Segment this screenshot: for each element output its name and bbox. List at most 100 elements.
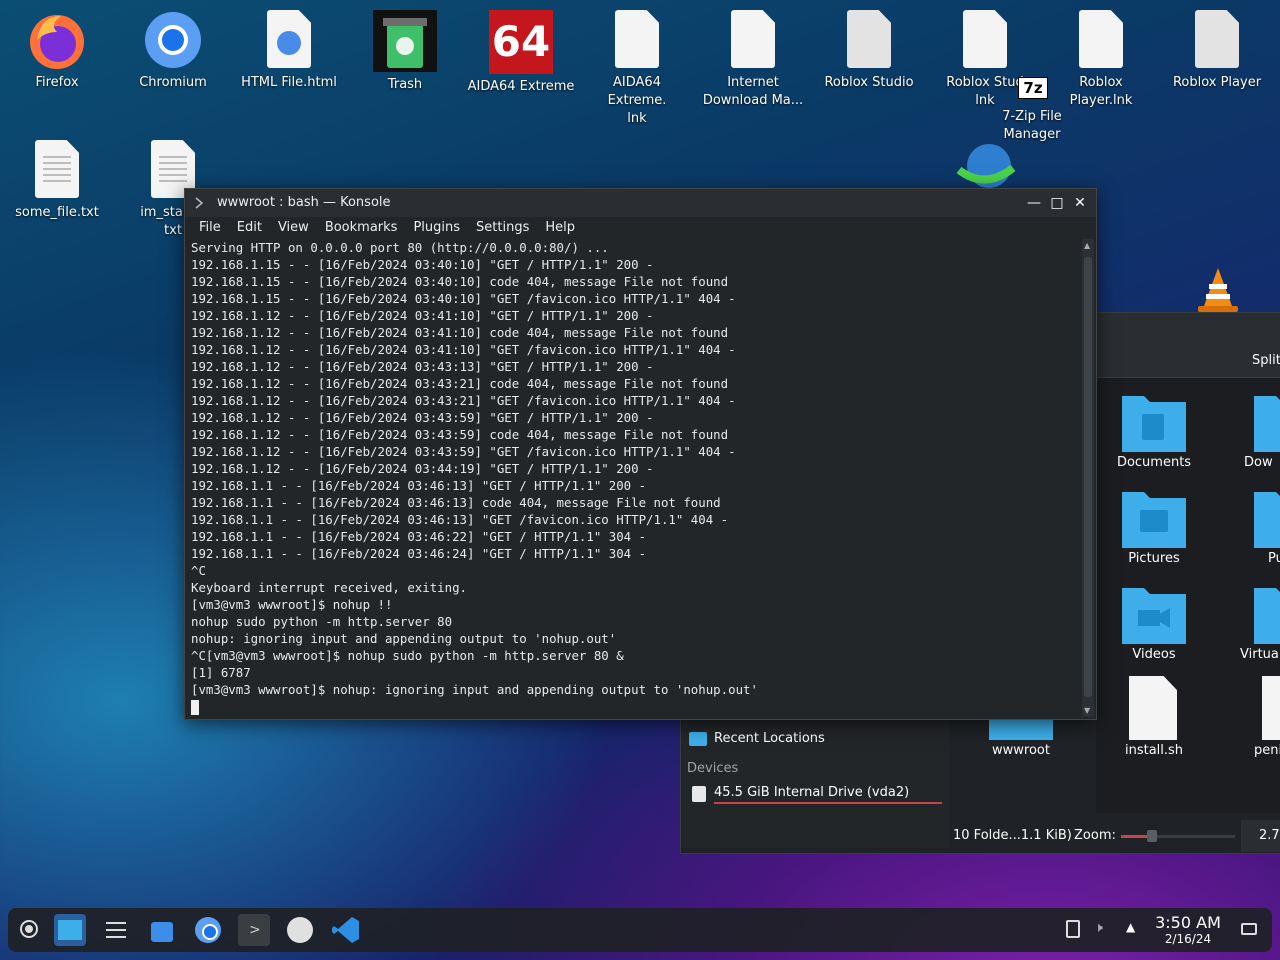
desktop-icon-label: 7-Zip File Manager (1002, 109, 1062, 142)
virt-manager-taskbar-icon[interactable] (284, 914, 316, 946)
folder-virtualbox[interactable]: Virtua (1240, 647, 1280, 662)
videos-folder-icon (1122, 580, 1186, 644)
application-launcher-icon[interactable] (20, 920, 38, 938)
folder-documents[interactable]: Documents (1099, 455, 1209, 470)
text-file-icon (27, 140, 87, 200)
desktop-icon-trash[interactable]: Trash (350, 10, 460, 94)
terminal-line: 192.168.1.1 - - [16/Feb/2024 03:46:24] "… (191, 546, 647, 561)
menu-view[interactable]: View (270, 217, 317, 239)
file-manager-taskbar-icon[interactable] (54, 914, 86, 946)
desktop-icon-7zip[interactable]: 7-Zip File Manager (977, 108, 1087, 144)
menu-help[interactable]: Help (537, 217, 583, 239)
scrollbar-thumb[interactable] (1084, 257, 1092, 697)
konsole-title: wwwroot : bash — Konsole (217, 195, 391, 210)
system-settings-taskbar-icon[interactable] (100, 914, 132, 946)
file-manager-toolbar: Split (1096, 313, 1280, 378)
terminal-line: 192.168.1.12 - - [16/Feb/2024 03:41:10] … (191, 308, 654, 323)
terminal-line: 192.168.1.1 - - [16/Feb/2024 03:46:13] c… (191, 495, 721, 510)
desktop-icon-aida64[interactable]: 64 AIDA64 Extreme (466, 10, 576, 96)
tray-expand-arrow-icon[interactable]: ▲ (1126, 920, 1135, 934)
show-desktop-icon[interactable] (1241, 923, 1257, 935)
firefox-icon (27, 10, 87, 70)
drive-usage-bar (714, 802, 942, 804)
desktop-icon-roblox-player[interactable]: Roblox Player (1162, 10, 1272, 92)
desktop-icon-firefox[interactable]: Firefox (2, 10, 112, 92)
menu-bookmarks[interactable]: Bookmarks (317, 217, 406, 239)
desktop-icon-roblox-studio[interactable]: Roblox Studio (814, 10, 924, 92)
folder-wwwroot[interactable]: wwwroot (966, 743, 1076, 758)
scroll-down-arrow[interactable]: ▼ (1084, 706, 1090, 715)
terminal-line: ^C[vm3@vm3 wwwroot]$ nohup sudo python -… (191, 648, 624, 663)
minimize-button[interactable]: — (1025, 194, 1043, 212)
desktop-icon-html-file[interactable]: HTML File.html (234, 10, 344, 92)
maximize-button[interactable]: □ (1048, 194, 1066, 212)
clock-date[interactable]: 2/16/24 (1146, 932, 1230, 946)
folder-videos[interactable]: Videos (1099, 647, 1209, 662)
desktop-icon-label: some_file.txt (15, 205, 99, 220)
konsole-window[interactable]: wwwroot : bash — Konsole — □ ✕ File Edit… (184, 188, 1097, 720)
status-bar: 10 Folde...1.1 KiB) Zoom: 2.7 (951, 820, 1280, 852)
terminal-line: [vm3@vm3 wwwroot]$ nohup: ignoring input… (191, 682, 758, 697)
menu-edit[interactable]: Edit (229, 217, 270, 239)
terminal-line: 192.168.1.12 - - [16/Feb/2024 03:43:21] … (191, 376, 729, 391)
file-icon (1187, 10, 1247, 70)
desktop-icon-label: Roblox Studio (824, 75, 914, 90)
pictures-folder-icon (1122, 484, 1186, 548)
konsole-taskbar-icon[interactable]: > (238, 914, 270, 946)
scroll-up-arrow[interactable]: ▲ (1084, 241, 1090, 250)
places-recent-locations[interactable]: Recent Locations (714, 731, 825, 746)
desktop-icon-roblox-player-lnk[interactable]: Roblox Player.lnk (1046, 10, 1156, 110)
chromium-taskbar-icon[interactable] (192, 914, 224, 946)
terminal-line: [1] 6787 (191, 665, 251, 680)
vscode-taskbar-icon[interactable] (330, 914, 362, 946)
virtualbox-folder-icon (1254, 580, 1280, 644)
terminal-line: 192.168.1.1 - - [16/Feb/2024 03:46:13] "… (191, 512, 729, 527)
terminal-line: 192.168.1.15 - - [16/Feb/2024 03:40:10] … (191, 257, 654, 272)
vlc-icon (1194, 266, 1242, 314)
terminal-line: 192.168.1.12 - - [16/Feb/2024 03:43:59] … (191, 410, 654, 425)
terminal-output[interactable]: Serving HTTP on 0.0.0.0 port 80 (http://… (191, 239, 1076, 717)
desktop-icon-label: AIDA64 Extreme. lnk (607, 75, 667, 126)
konsole-titlebar[interactable]: wwwroot : bash — Konsole — □ ✕ (185, 189, 1096, 217)
konsole-menubar: File Edit View Bookmarks Plugins Setting… (185, 217, 1096, 239)
clipboard-icon[interactable] (1066, 920, 1080, 938)
zoom-slider[interactable] (1121, 830, 1235, 842)
desktop-icon-aida64-lnk[interactable]: AIDA64 Extreme. lnk (582, 10, 692, 128)
terminal-line: 192.168.1.12 - - [16/Feb/2024 03:44:19] … (191, 461, 654, 476)
clock-time[interactable]: 3:50 AM (1146, 913, 1230, 932)
desktop-icon-some-file[interactable]: some_file.txt (2, 140, 112, 222)
volume-icon[interactable]: 🕨 (1094, 920, 1103, 936)
desktop-icon-idm[interactable]: Internet Download Ma... (698, 10, 808, 110)
terminal-line: [vm3@vm3 wwwroot]$ nohup !! (191, 597, 393, 612)
terminal-line: ^C (191, 563, 206, 578)
menu-settings[interactable]: Settings (468, 217, 537, 239)
chromium-icon (143, 10, 203, 70)
folder-public[interactable]: Pu (1268, 551, 1280, 566)
desktop-icon-label: Roblox Player.lnk (1069, 75, 1133, 108)
split-button[interactable]: Split (1252, 353, 1280, 368)
folder-pictures[interactable]: Pictures (1099, 551, 1209, 566)
terminal-line: 192.168.1.12 - - [16/Feb/2024 03:43:59] … (191, 427, 729, 442)
zoom-slider-handle[interactable] (1147, 830, 1157, 842)
discover-store-taskbar-icon[interactable] (146, 914, 178, 946)
folder-downloads[interactable]: Dow (1244, 455, 1280, 470)
aida64-icon: 64 (489, 10, 553, 74)
places-drive[interactable]: 45.5 GiB Internal Drive (vda2) (714, 785, 909, 800)
desktop-icon-chromium[interactable]: Chromium (118, 10, 228, 92)
desktop-icon-label: Trash (387, 77, 423, 92)
terminal-line: nohup sudo python -m http.server 80 (191, 614, 453, 629)
file-install-sh[interactable]: install.sh (1099, 743, 1209, 758)
globe-download-icon (955, 140, 1017, 188)
terminal-line: 192.168.1.12 - - [16/Feb/2024 03:43:13] … (191, 359, 654, 374)
places-panel: Recent Locations Devices 45.5 GiB Intern… (681, 718, 949, 848)
close-button[interactable]: ✕ (1071, 194, 1089, 212)
file-peni[interactable]: peni (1254, 743, 1280, 758)
terminal-line: nohup: ignoring input and appending outp… (191, 631, 617, 646)
trash-icon (373, 10, 437, 72)
menu-file[interactable]: File (191, 217, 229, 239)
terminal-scrollbar[interactable]: ▲ ▼ (1082, 239, 1094, 717)
status-summary: 10 Folde...1.1 KiB) (953, 828, 1072, 843)
menu-plugins[interactable]: Plugins (405, 217, 468, 239)
shell-script-icon (1129, 676, 1177, 740)
html-file-icon (259, 10, 319, 70)
